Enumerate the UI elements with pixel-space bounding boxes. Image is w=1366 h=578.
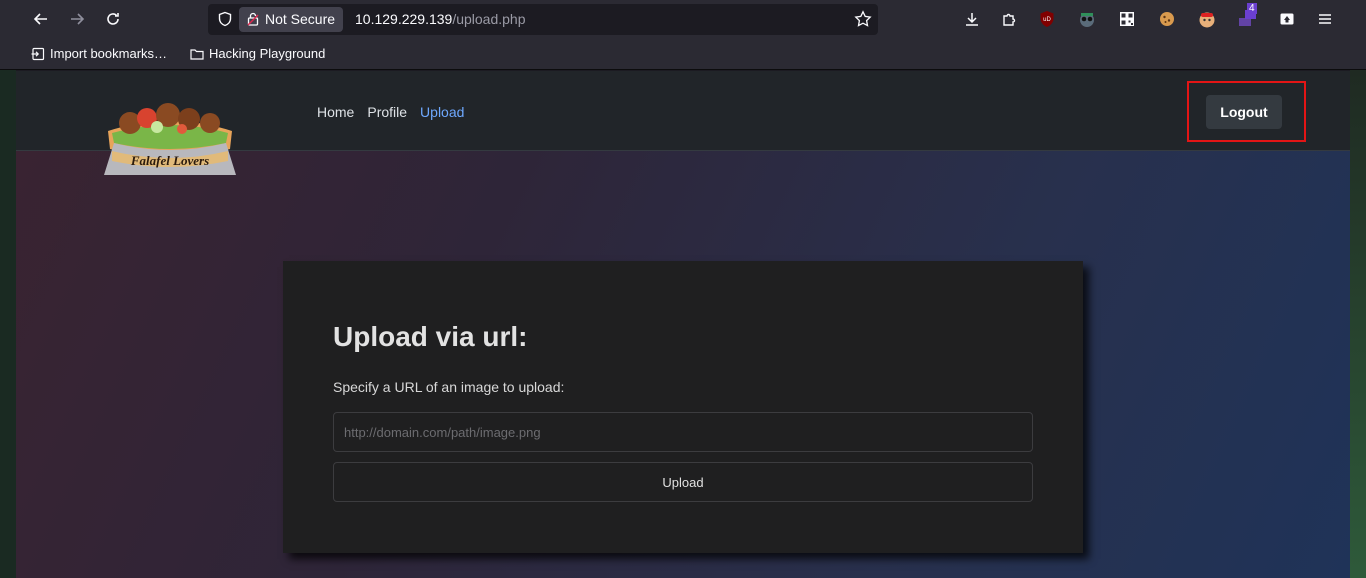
url-text[interactable]: 10.129.229.139/upload.php: [355, 11, 526, 27]
extensions-puzzle-icon[interactable]: [999, 9, 1019, 29]
nav-link-upload[interactable]: Upload: [420, 104, 464, 120]
upload-button[interactable]: Upload: [333, 462, 1033, 502]
upload-instructions: Specify a URL of an image to upload:: [333, 379, 565, 395]
site-nav-menu: Home Profile Upload: [317, 104, 464, 120]
import-icon: [31, 47, 45, 60]
arrow-left-icon: [33, 13, 47, 25]
address-bar[interactable]: Not Secure 10.129.229.139/upload.php: [208, 4, 878, 35]
security-label: Not Secure: [265, 11, 336, 27]
bookmark-folder-hacking-playground[interactable]: Hacking Playground: [190, 46, 325, 61]
site-security-indicator[interactable]: Not Secure: [239, 7, 344, 32]
bookmark-star-icon[interactable]: [854, 10, 872, 28]
image-url-input[interactable]: [333, 412, 1033, 452]
extension-badge: 4: [1247, 3, 1257, 14]
qr-code-icon[interactable]: [1117, 9, 1137, 29]
web-page: Home Profile Upload Logout Falafel Lover…: [16, 71, 1350, 578]
app-menu-hamburger-icon[interactable]: [1315, 9, 1335, 29]
upload-title: Upload via url:: [333, 321, 528, 352]
downloads-icon[interactable]: [962, 9, 982, 29]
forward-button[interactable]: [63, 5, 91, 33]
desktop-left-edge: [0, 70, 16, 578]
back-button[interactable]: [27, 5, 55, 33]
logout-button[interactable]: Logout: [1206, 95, 1282, 129]
nav-link-home[interactable]: Home: [317, 104, 354, 120]
bookmark-label: Hacking Playground: [209, 46, 326, 61]
logo-text: Falafel Lovers: [130, 153, 209, 168]
bookmark-label: Import bookmarks…: [50, 46, 168, 61]
url-path: /upload.php: [452, 11, 526, 27]
reload-icon: [107, 13, 119, 25]
container-extension-icon[interactable]: 4: [1237, 3, 1257, 29]
url-host: 10.129.229.139: [355, 11, 453, 27]
upload-card: Upload via url: Specify a URL of an imag…: [283, 261, 1083, 553]
cookie-editor-icon[interactable]: [1157, 9, 1177, 29]
tracking-protection-shield-icon[interactable]: [216, 10, 234, 28]
bookmark-import[interactable]: Import bookmarks…: [31, 46, 167, 61]
nav-link-profile[interactable]: Profile: [367, 104, 407, 120]
browser-toolbar: Not Secure 10.129.229.139/upload.php uD …: [0, 0, 1366, 38]
insecure-lock-icon: [247, 12, 259, 26]
arrow-right-icon: [71, 13, 85, 25]
reload-button[interactable]: [99, 5, 127, 33]
falafel-lovers-logo[interactable]: Falafel Lovers: [102, 101, 238, 179]
spy-extension-icon[interactable]: [1077, 9, 1097, 29]
desktop-right-edge: [1350, 70, 1366, 578]
folder-icon: [190, 48, 204, 60]
screenshot-extension-icon[interactable]: [1277, 9, 1297, 29]
hackbar-extension-icon[interactable]: [1197, 9, 1217, 29]
ublock-origin-icon[interactable]: uD: [1037, 9, 1057, 29]
svg-text:uD: uD: [1043, 17, 1051, 23]
